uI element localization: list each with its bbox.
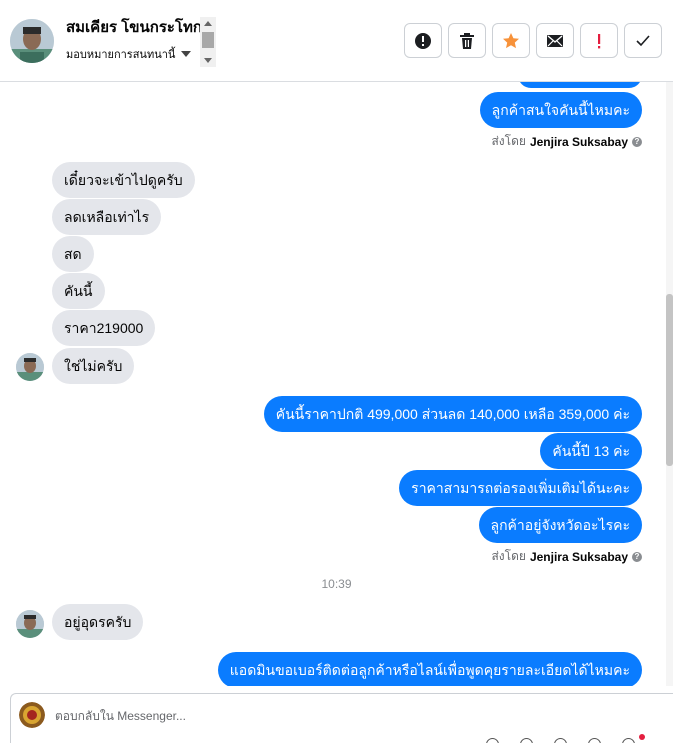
caret-down-icon (181, 51, 192, 57)
attachment-icon[interactable] (483, 736, 503, 743)
sender-name[interactable]: Jenjira Suksabay (530, 135, 628, 149)
mark-done-button[interactable] (624, 23, 662, 58)
scroll-down-icon[interactable] (204, 58, 212, 63)
gif-icon[interactable] (585, 736, 605, 743)
conversation-header: สมเคียร โขนกระโทก มอบหมายการสนทนานี้ (0, 0, 673, 82)
contact-avatar-small[interactable] (16, 353, 44, 381)
assign-conversation-dropdown[interactable]: มอบหมายการสนทนานี้ (66, 45, 216, 63)
assign-label: มอบหมายการสนทนานี้ (66, 49, 176, 61)
message-bubble-outgoing[interactable]: คันนี้ราคาปกติ 499,000 ส่วนลด 140,000 เห… (263, 396, 642, 432)
timestamp-separator: 10:39 (321, 577, 352, 591)
sent-by-prefix: ส่งโดย (491, 134, 526, 148)
message-bubble-incoming[interactable]: เดี๋ยวจะเข้าไปดูครับ (52, 162, 195, 198)
message-bubble-outgoing[interactable]: ลูกค้าสนใจคันนี้ไหมคะ (479, 92, 642, 128)
delete-button[interactable] (448, 23, 486, 58)
message-bubble-outgoing[interactable]: คันนี้ปี 13 ค่ะ (540, 433, 642, 469)
alert-circle-icon (415, 32, 431, 49)
reply-input[interactable] (55, 706, 615, 726)
message-bubble-incoming[interactable]: อยู่อุดรครับ (52, 604, 144, 640)
contact-avatar[interactable] (10, 19, 54, 63)
message-bubble-incoming[interactable]: คันนี้ (52, 273, 105, 309)
message-bubble-outgoing[interactable]: ราคาสามารถต่อรองเพิ่มเติมได้นะคะ (399, 470, 642, 506)
scroll-thumb[interactable] (666, 294, 673, 466)
trash-icon (460, 32, 474, 49)
emoji-icon[interactable] (517, 736, 537, 743)
check-icon (636, 34, 650, 46)
message-bubble-incoming[interactable]: ราคา219000 (52, 310, 156, 346)
envelope-icon (547, 34, 563, 47)
message-bubble-outgoing[interactable]: ลูกค้าอยู่จังหวัดอะไรคะ (478, 507, 642, 543)
star-button[interactable] (492, 23, 530, 58)
mark-unread-button[interactable] (536, 23, 574, 58)
exclamation-icon (598, 33, 601, 48)
message-bubble-incoming[interactable]: สด (52, 236, 94, 272)
scroll-thumb[interactable] (202, 32, 214, 48)
thread-scrollbar[interactable] (666, 82, 673, 686)
header-scrollbar[interactable] (200, 17, 216, 67)
help-icon[interactable]: ? (632, 136, 642, 147)
help-icon[interactable]: ? (632, 551, 642, 562)
notification-dot (639, 734, 645, 740)
mark-spam-button[interactable] (404, 23, 442, 58)
image-icon[interactable] (551, 736, 571, 743)
sent-by-label: ส่งโดย Jenjira Suksabay ? (491, 547, 642, 566)
message-bubble-incoming[interactable]: ลดเหลือเท่าไร (52, 199, 162, 235)
contact-avatar-small[interactable] (16, 610, 44, 638)
contact-name[interactable]: สมเคียร โขนกระโทก (66, 17, 216, 39)
conversation-actions (404, 23, 662, 58)
message-thread[interactable]: ลูกค้าสนใจคันนี้ไหมคะ ส่งโดย Jenjira Suk… (0, 82, 673, 686)
saved-reply-icon[interactable] (619, 736, 639, 743)
reply-composer (10, 693, 673, 743)
sender-name[interactable]: Jenjira Suksabay (530, 550, 628, 564)
star-icon (503, 32, 519, 48)
sent-by-label: ส่งโดย Jenjira Suksabay ? (491, 132, 642, 151)
message-bubble-outgoing[interactable]: แอดมินขอเบอร์ติดต่อลูกค้าหรือไลน์เพื่อพู… (217, 652, 642, 686)
sent-by-prefix: ส่งโดย (491, 549, 526, 563)
message-bubble-incoming[interactable]: ใช่ไม่ครับ (52, 348, 135, 384)
scroll-up-icon[interactable] (204, 21, 212, 26)
page-avatar (19, 702, 45, 728)
message-bubble-outgoing-partial[interactable] (518, 82, 642, 88)
mark-important-button[interactable] (580, 23, 618, 58)
contact-info: สมเคียร โขนกระโทก มอบหมายการสนทนานี้ (66, 17, 216, 67)
composer-toolbar (483, 736, 639, 743)
